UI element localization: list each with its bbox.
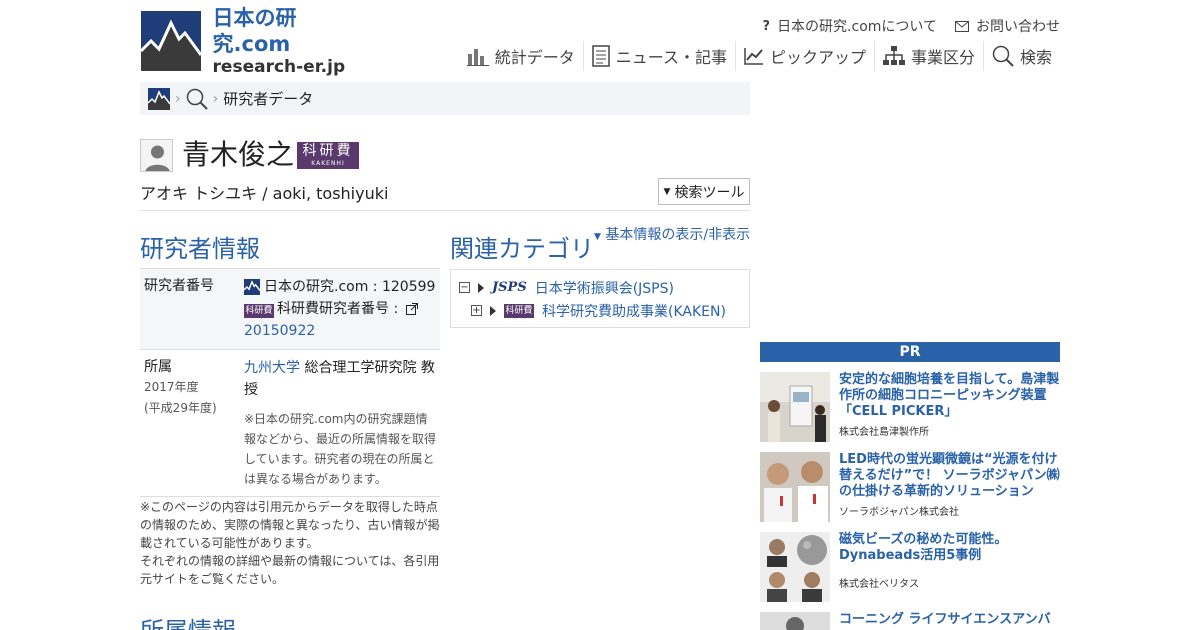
avatar [140, 139, 173, 172]
document-icon [592, 45, 610, 67]
pr-thumbnail [760, 532, 830, 602]
affiliation-section-title: 所属情報 [140, 616, 236, 630]
question-icon: ? [762, 18, 771, 34]
kakenhi-mini-icon: 科研費 [504, 303, 534, 318]
top-navigation: ? 日本の研究.comについて お問い合わせ [763, 16, 1060, 36]
affiliation-era: (平成29年度) [144, 401, 217, 415]
divider [140, 210, 750, 211]
breadcrumb-search[interactable] [186, 88, 208, 110]
jsps-logo-icon: JSPS [492, 280, 527, 295]
search-icon [992, 45, 1014, 67]
researcher-info-table: 研究者番号 日本の研究.com : 120599 科研費 科研費研究者番号 : 2… [140, 268, 440, 497]
table-row: 所属 2017年度 (平成29年度) 九州大学 総合理工学研究院 教授 ※日本の… [140, 350, 440, 497]
breadcrumb: › › 研究者データ [140, 82, 750, 115]
collapse-icon[interactable]: − [459, 282, 470, 293]
pr-thumbnail [760, 612, 830, 630]
kakenhi-badge: 科研費 KAKENHI [297, 142, 359, 169]
mountain-logo-icon [148, 87, 170, 110]
researcher-reading: アオキ トシユキ / aoki, toshiyuki [140, 184, 389, 203]
nav-search[interactable]: 検索 [982, 41, 1060, 71]
person-icon [145, 145, 170, 171]
external-link-icon [405, 303, 418, 315]
breadcrumb-current: 研究者データ [223, 90, 314, 108]
pr-item[interactable]: 安定的な細胞培養を目指して。島津製作所の細胞コロニーピッキング装置「CELL P… [760, 372, 1060, 444]
site-researcher-number: 日本の研究.com : 120599 [264, 279, 436, 295]
main-navigation: 統計データ ニュース・記事 ピックアップ 事業区分 検索 [459, 41, 1060, 71]
nav-statistics[interactable]: 統計データ [459, 41, 583, 71]
researcher-info-title: 研究者情報 [140, 235, 260, 263]
caret-down-icon: ▼ [663, 186, 671, 197]
kaken-number-link[interactable]: 20150922 [244, 323, 315, 339]
researcher-number-label: 研究者番号 [144, 278, 214, 294]
site-logo[interactable]: 日本の研究.com research-er.jp [141, 6, 373, 77]
search-icon [186, 88, 208, 110]
pr-item[interactable]: 磁気ビーズの秘めた可能性。Dynabeads活用5事例 株式会社ベリタス [760, 532, 1060, 604]
kakenhi-mini-icon: 科研費 [244, 304, 274, 318]
pr-thumbnail [760, 372, 830, 442]
pr-item[interactable]: LED時代の蛍光顕微鏡は“光源を付け替えるだけ”で！ ソーラボジャパン㈱の仕掛け… [760, 452, 1060, 524]
expand-icon[interactable]: + [471, 305, 482, 316]
site-subtitle: research-er.jp [212, 57, 346, 77]
contact-link[interactable]: お問い合わせ [955, 16, 1060, 36]
kaken-number-label: 科研費研究者番号 : [277, 301, 399, 317]
affiliation-year: 2017年度 [144, 380, 199, 394]
breadcrumb-home[interactable] [148, 87, 170, 110]
caret-right-icon [478, 282, 484, 293]
tree-item-kaken[interactable]: + 科研費 科学研究費助成事業(KAKEN) [459, 299, 741, 322]
caret-down-icon: ▼ [594, 232, 601, 242]
table-row: 研究者番号 日本の研究.com : 120599 科研費 科研費研究者番号 : 2… [140, 269, 440, 350]
nav-business-category[interactable]: 事業区分 [873, 41, 983, 71]
related-category-title: 関連カテゴリ [450, 235, 594, 263]
search-tools-button[interactable]: ▼ 検索ツール [658, 178, 750, 205]
envelope-icon [955, 20, 969, 32]
tree-item-jsps[interactable]: − JSPS 日本学術振興会(JSPS) [459, 276, 741, 299]
chevron-right-icon: › [212, 90, 219, 107]
affiliation-note: ※日本の研究.com内の研究課題情報などから、最近の所属情報を取得しています。研… [244, 412, 437, 486]
pr-item[interactable]: コーニング ライフサイエンスアンバ [760, 612, 1060, 630]
toggle-basic-info-link[interactable]: ▼ 基本情報の表示/非表示 [594, 224, 750, 244]
chevron-right-icon: › [175, 90, 181, 107]
nav-pickup[interactable]: ピックアップ [734, 41, 874, 71]
disclaimer: ※このページの内容は引用元からデータを取得した時点の情報のため、実際の情報と異な… [140, 500, 440, 586]
pr-header: PR [760, 342, 1060, 362]
university-link[interactable]: 九州大学 [244, 360, 300, 376]
mountain-logo-icon [244, 279, 260, 295]
nav-news[interactable]: ニュース・記事 [582, 41, 735, 71]
pr-thumbnail [760, 452, 830, 522]
category-tree: − JSPS 日本学術振興会(JSPS) + 科研費 科学研究費助成事業(KAK… [450, 269, 750, 328]
site-title: 日本の研究.com [212, 6, 297, 56]
researcher-name: 青木俊之 [182, 138, 295, 171]
mountain-logo-icon [141, 11, 201, 71]
sitemap-icon [882, 46, 905, 65]
caret-right-icon [490, 305, 496, 316]
about-link[interactable]: ? 日本の研究.comについて [763, 16, 937, 36]
line-chart-icon [744, 48, 763, 65]
affiliation-label: 所属 [144, 359, 172, 375]
bar-chart-icon [466, 49, 489, 66]
